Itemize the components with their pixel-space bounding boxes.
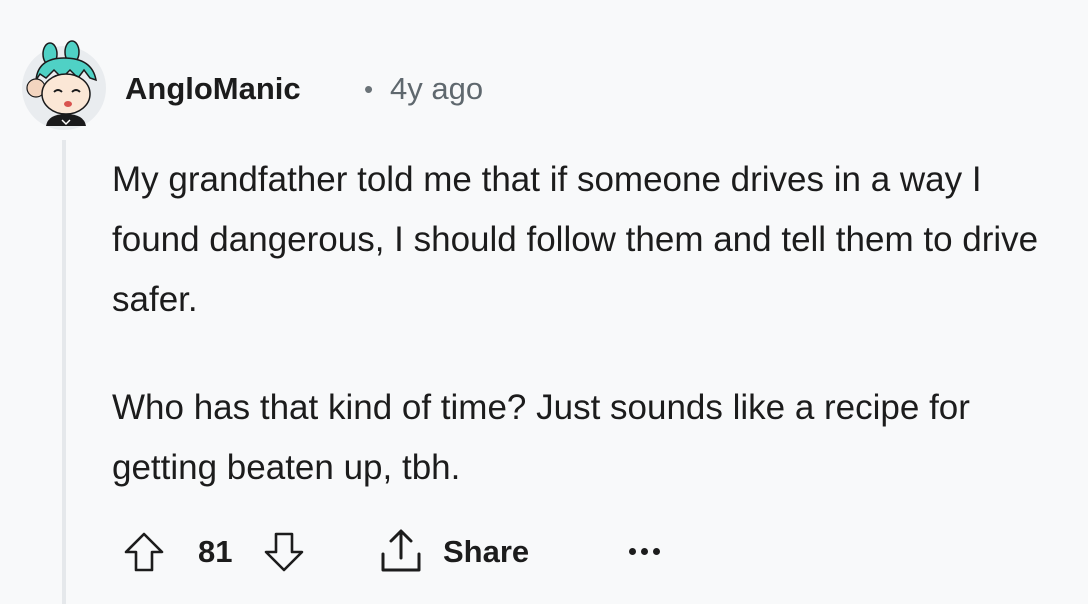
- comment-paragraph: Who has that kind of time? Just sounds l…: [112, 388, 970, 487]
- avatar[interactable]: [20, 40, 108, 132]
- downvote-button[interactable]: [260, 528, 308, 576]
- comment-body: My grandfather told me that if someone d…: [112, 150, 1072, 498]
- vote-score: 81: [198, 534, 233, 569]
- comment-paragraph: My grandfather told me that if someone d…: [112, 160, 1039, 319]
- comment-timestamp[interactable]: 4y ago: [390, 70, 483, 108]
- thread-line[interactable]: [62, 140, 66, 604]
- share-button[interactable]: Share: [375, 524, 555, 580]
- comment-author[interactable]: AngloManic: [125, 70, 301, 108]
- arrow-down-icon: [264, 532, 304, 572]
- avatar-image: [22, 40, 106, 130]
- ellipsis-icon: [653, 548, 660, 555]
- arrow-up-icon: [124, 532, 164, 572]
- upvote-button[interactable]: [120, 528, 168, 576]
- ellipsis-icon: [629, 548, 636, 555]
- share-label: Share: [443, 534, 530, 569]
- share-upload-icon: [381, 529, 421, 572]
- ellipsis-icon: [641, 548, 648, 555]
- meta-separator: •: [364, 74, 374, 104]
- more-options-button[interactable]: [625, 540, 665, 564]
